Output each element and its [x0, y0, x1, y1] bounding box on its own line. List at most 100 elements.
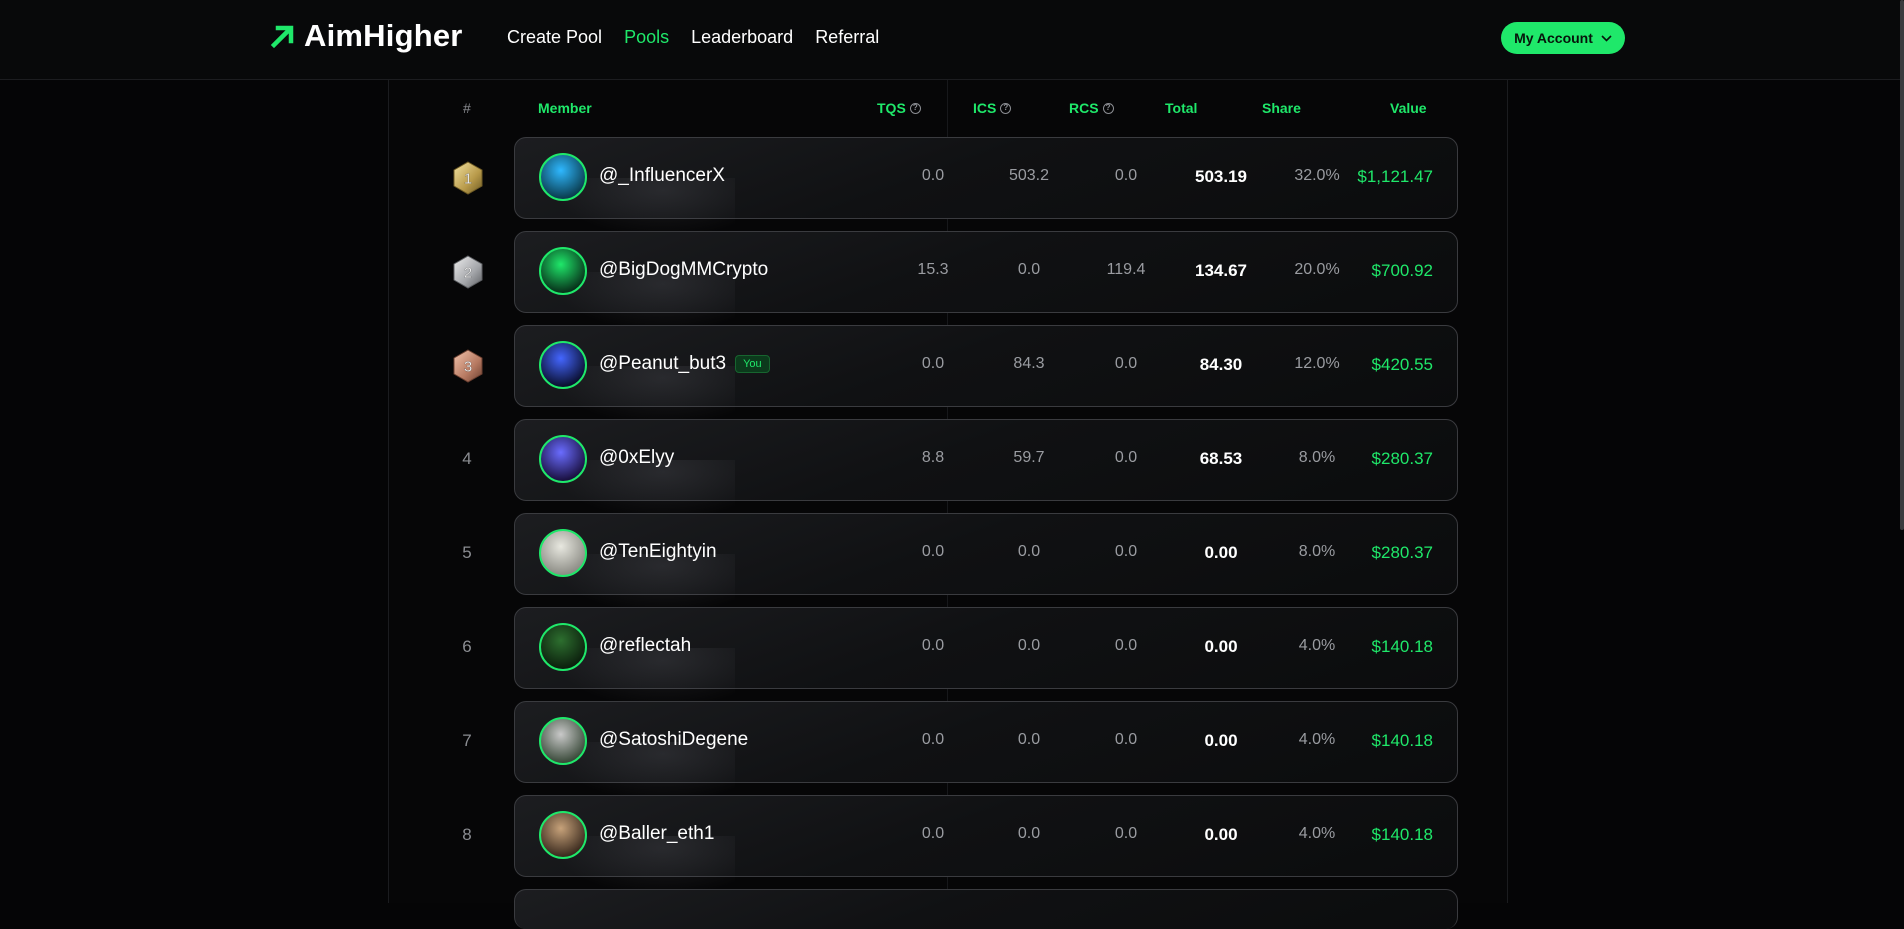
medal-icon: 1	[453, 161, 483, 195]
table-row[interactable]: @0xElyy 8.8 59.7 0.0 68.53 8.0% $280.37	[514, 419, 1458, 520]
my-account-label: My Account	[1514, 30, 1593, 46]
member-name[interactable]: @Baller_eth1	[599, 823, 714, 845]
table-row[interactable]: @_InfluencerX 0.0 503.2 0.0 503.19 32.0% $1,12…	[514, 137, 1458, 238]
table-row[interactable]	[514, 889, 1458, 929]
table-row[interactable]: @Baller_eth1 0.0 0.0 0.0 0.00 4.0% $140.18	[514, 795, 1458, 896]
col-share: Share	[1262, 100, 1301, 116]
col-ics[interactable]: ICS ?	[973, 100, 1012, 116]
member-cell: @TenEightyin	[599, 541, 717, 563]
rank-medal-bronze: 3	[451, 349, 485, 383]
col-ics-label: ICS	[973, 100, 997, 116]
table-row[interactable]: @TenEightyin 0.0 0.0 0.0 0.00 8.0% $280.37	[514, 513, 1458, 614]
avatar[interactable]	[539, 529, 587, 577]
ics-value: 84.3	[1013, 355, 1045, 372]
value-amount: $280.37	[1371, 543, 1433, 562]
member-cell: @BigDogMMCrypto	[599, 259, 768, 281]
scrollbar[interactable]	[1900, 0, 1904, 530]
col-member: Member	[538, 100, 592, 116]
member-cell: @Baller_eth1	[599, 823, 714, 845]
medal-icon: 3	[453, 349, 483, 383]
member-cell: @_InfluencerX	[599, 165, 725, 187]
medal-rank: 2	[464, 265, 472, 282]
tqs-value: 0.0	[921, 731, 945, 748]
total-value: 0.00	[1204, 825, 1238, 844]
total-value: 84.30	[1199, 355, 1243, 374]
rank-number: 6	[462, 637, 472, 656]
avatar[interactable]	[539, 153, 587, 201]
ics-value: 59.7	[1013, 449, 1045, 466]
rank-medal-gold: 1	[451, 161, 485, 195]
rcs-value: 0.0	[1114, 543, 1138, 560]
member-name[interactable]: @TenEightyin	[599, 541, 717, 563]
col-rcs[interactable]: RCS ?	[1069, 100, 1114, 116]
avatar[interactable]	[539, 341, 587, 389]
member-name[interactable]: @BigDogMMCrypto	[599, 259, 768, 281]
brand-name: AimHigher	[304, 18, 463, 53]
value-amount: $280.37	[1371, 449, 1433, 468]
total-value: 0.00	[1204, 543, 1238, 562]
col-rank: #	[463, 100, 471, 116]
my-account-button[interactable]: My Account	[1501, 22, 1625, 54]
ics-value: 0.0	[1017, 825, 1041, 842]
member-name[interactable]: @0xElyy	[599, 447, 674, 469]
tqs-value: 0.0	[921, 637, 945, 654]
nav-create-pool[interactable]: Create Pool	[507, 24, 602, 50]
value-amount: $140.18	[1371, 731, 1433, 750]
total-value: 68.53	[1199, 449, 1243, 468]
ics-value: 0.0	[1017, 731, 1041, 748]
member-cell: @0xElyy	[599, 447, 674, 469]
tqs-value: 0.0	[921, 543, 945, 560]
col-total: Total	[1165, 100, 1198, 116]
member-cell: @Peanut_but3 You	[599, 353, 770, 375]
ics-value: 503.2	[1008, 167, 1050, 184]
table-row[interactable]: @Peanut_but3 You 0.0 84.3 0.0 84.30 12.0% $420.…	[514, 325, 1458, 426]
avatar[interactable]	[539, 247, 587, 295]
you-badge: You	[735, 355, 770, 373]
top-header: AimHigher Create Pool Pools Leaderboard …	[0, 0, 1904, 80]
rank-medal-silver: 2	[451, 255, 485, 289]
rcs-value: 0.0	[1114, 637, 1138, 654]
medal-icon: 2	[453, 255, 483, 289]
rank-number: 5	[462, 543, 472, 562]
brand-logo[interactable]: AimHigher	[270, 18, 463, 54]
nav-pools[interactable]: Pools	[624, 24, 669, 50]
value-amount: $700.92	[1371, 261, 1433, 280]
col-tqs[interactable]: TQS ?	[877, 100, 921, 116]
table-row[interactable]: @SatoshiDegene 0.0 0.0 0.0 0.00 4.0% $140.18	[514, 701, 1458, 802]
ics-value: 0.0	[1017, 637, 1041, 654]
col-tqs-label: TQS	[877, 100, 906, 116]
nav-referral[interactable]: Referral	[815, 24, 879, 50]
member-name[interactable]: @Peanut_but3	[599, 353, 726, 375]
avatar[interactable]	[539, 811, 587, 859]
avatar[interactable]	[539, 623, 587, 671]
medal-rank: 1	[464, 171, 472, 188]
avatar[interactable]	[539, 435, 587, 483]
value-amount: $140.18	[1371, 825, 1433, 844]
tqs-value: 0.0	[921, 355, 945, 372]
total-value: 0.00	[1204, 637, 1238, 656]
total-value: 0.00	[1204, 731, 1238, 750]
ics-value: 0.0	[1017, 261, 1041, 278]
member-cell: @SatoshiDegene	[599, 729, 748, 751]
table-row[interactable]: @BigDogMMCrypto 15.3 0.0 119.4 134.67 20.0% $7…	[514, 231, 1458, 332]
help-icon[interactable]: ?	[909, 102, 921, 114]
avatar[interactable]	[539, 717, 587, 765]
rcs-value: 0.0	[1114, 825, 1138, 842]
help-icon[interactable]: ?	[1102, 102, 1114, 114]
help-icon[interactable]: ?	[1000, 102, 1012, 114]
table-row[interactable]: @reflectah 0.0 0.0 0.0 0.00 4.0% $140.18	[514, 607, 1458, 708]
arrow-up-right-icon	[270, 25, 294, 49]
rcs-value: 119.4	[1106, 261, 1146, 278]
main-nav: Create Pool Pools Leaderboard Referral	[507, 24, 879, 50]
rcs-value: 0.0	[1114, 355, 1138, 372]
member-name[interactable]: @_InfluencerX	[599, 165, 725, 187]
member-name[interactable]: @SatoshiDegene	[599, 729, 748, 751]
col-value: Value	[1390, 100, 1427, 116]
member-name[interactable]: @reflectah	[599, 635, 691, 657]
nav-leaderboard[interactable]: Leaderboard	[691, 24, 793, 50]
value-amount: $140.18	[1371, 637, 1433, 656]
table-header: # Member TQS ? ICS ? RCS ? Total Share V…	[0, 100, 1904, 120]
member-cell: @reflectah	[599, 635, 691, 657]
value-amount: $1,121.47	[1357, 167, 1433, 186]
chevron-down-icon	[1601, 34, 1612, 42]
